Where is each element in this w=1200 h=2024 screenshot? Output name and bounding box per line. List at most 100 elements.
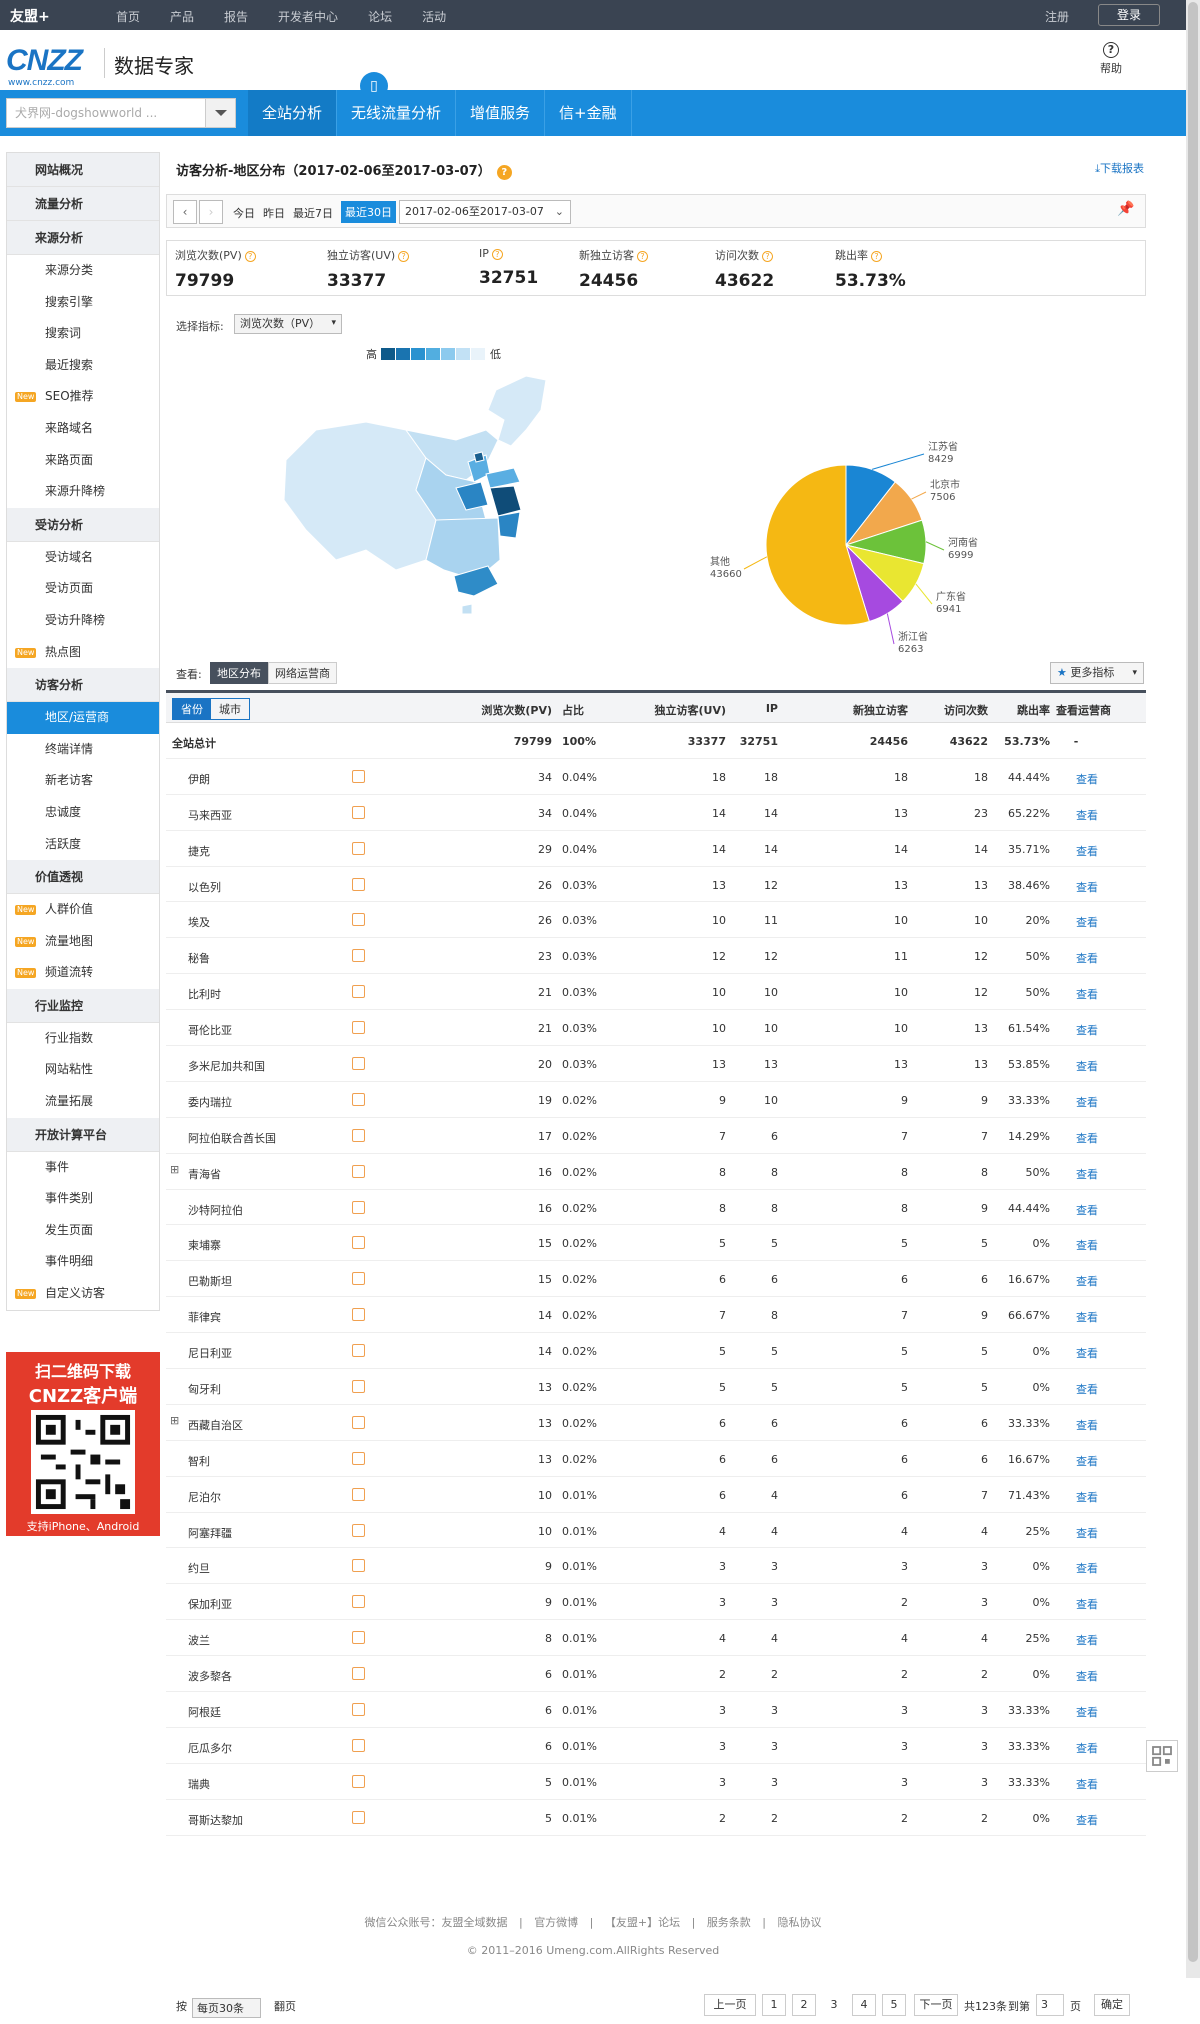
trend-icon[interactable] <box>352 805 365 819</box>
view-isp-link[interactable]: 查看 <box>1076 1309 1098 1325</box>
prev-page-button[interactable]: 上一页 <box>704 1994 756 2016</box>
footer-link[interactable]: 微信公众账号：友盟全域数据 <box>364 1916 507 1929</box>
main-tab[interactable]: 无线流量分析 <box>337 90 457 136</box>
map-region-northeast[interactable] <box>487 375 547 447</box>
column-header[interactable]: 访问次数 <box>914 702 988 718</box>
metric-select[interactable]: 浏览次数（PV） ▾ <box>234 314 342 334</box>
view-isp-link[interactable]: 查看 <box>1076 1094 1098 1110</box>
sidebar-item[interactable]: 事件明细 <box>7 1246 159 1278</box>
trend-icon[interactable] <box>352 1344 365 1358</box>
date-yesterday[interactable]: 昨日 <box>263 205 285 221</box>
map-region-zhejiang[interactable] <box>497 511 521 539</box>
sidebar-section[interactable]: 价值透视 <box>7 860 159 895</box>
trend-icon[interactable] <box>352 1057 365 1071</box>
sidebar-item[interactable]: New SEO推荐 <box>7 381 159 413</box>
page-scrollbar[interactable] <box>1186 0 1200 1978</box>
view-isp-link[interactable]: 查看 <box>1076 1704 1098 1720</box>
footer-link[interactable]: 服务条款 <box>707 1916 751 1929</box>
view-isp-link[interactable]: 查看 <box>1076 807 1098 823</box>
column-header[interactable]: 占比 <box>562 702 612 718</box>
view-isp-link[interactable]: 查看 <box>1076 1776 1098 1792</box>
main-tab[interactable]: 全站分析 <box>248 90 338 136</box>
column-header[interactable]: 跳出率 <box>986 702 1050 718</box>
sidebar-item[interactable]: 事件类别 <box>7 1183 159 1215</box>
page-button[interactable]: 2 <box>792 1994 816 2016</box>
question-icon[interactable]: ? <box>496 165 512 180</box>
sidebar-item[interactable]: New 热点图 <box>7 637 159 669</box>
sidebar-item[interactable]: 来源升降榜 <box>7 476 159 508</box>
date-today[interactable]: 今日 <box>233 205 255 221</box>
top-nav-item[interactable]: 报告 <box>224 8 248 25</box>
view-isp-link[interactable]: 查看 <box>1076 1668 1098 1684</box>
sidebar-item[interactable]: 受访升降榜 <box>7 605 159 637</box>
top-nav-item[interactable]: 首页 <box>116 8 140 25</box>
sidebar-item[interactable]: New 人群价值 <box>7 894 159 926</box>
sidebar-section[interactable]: 开放计算平台 <box>7 1117 159 1152</box>
main-tab[interactable]: 增值服务 <box>456 90 546 136</box>
trend-icon[interactable] <box>352 877 365 891</box>
sidebar-item[interactable]: 受访域名 <box>7 542 159 574</box>
page-button[interactable]: 5 <box>882 1994 906 2016</box>
view-isp-link[interactable]: 查看 <box>1076 1525 1098 1541</box>
trend-icon[interactable] <box>352 1667 365 1681</box>
more-metrics-button[interactable]: ★ 更多指标 ▾ <box>1050 662 1144 684</box>
expand-icon[interactable]: ⊞ <box>170 1414 179 1427</box>
trend-icon[interactable] <box>352 1308 365 1322</box>
umeng-logo[interactable]: 友盟+ <box>10 6 50 26</box>
goto-page-input[interactable]: 3 <box>1036 1994 1064 2016</box>
view-isp-link[interactable]: 查看 <box>1076 879 1098 895</box>
trend-icon[interactable] <box>352 1128 365 1142</box>
view-isp-link[interactable]: 查看 <box>1076 950 1098 966</box>
view-isp-link[interactable]: 查看 <box>1076 771 1098 787</box>
sidebar-item[interactable]: 流量拓展 <box>7 1086 159 1118</box>
sidebar-section[interactable]: 行业监控 <box>7 988 159 1023</box>
trend-icon[interactable] <box>352 1380 365 1394</box>
view-isp-link[interactable]: 查看 <box>1076 1273 1098 1289</box>
sidebar-item[interactable]: 行业指数 <box>7 1023 159 1055</box>
trend-icon[interactable] <box>352 985 365 999</box>
sidebar-section[interactable]: 来源分析 <box>7 221 159 255</box>
tab-region[interactable]: 地区分布 <box>210 662 268 684</box>
sidebar-item[interactable]: 搜索词 <box>7 318 159 350</box>
confirm-button[interactable]: 确定 <box>1094 1994 1130 2016</box>
map-region-west[interactable] <box>283 421 437 571</box>
login-button[interactable]: 登录 <box>1098 4 1160 26</box>
trend-icon[interactable] <box>352 1810 365 1824</box>
sidebar-item[interactable]: New 流量地图 <box>7 926 159 958</box>
top-nav-item[interactable]: 论坛 <box>368 8 392 25</box>
view-isp-link[interactable]: 查看 <box>1076 1130 1098 1146</box>
sidebar-section[interactable]: 受访分析 <box>7 507 159 542</box>
sidebar-item[interactable]: 活跃度 <box>7 829 159 861</box>
trend-icon[interactable] <box>352 1703 365 1717</box>
trend-icon[interactable] <box>352 1738 365 1752</box>
next-period-button[interactable]: › <box>199 200 223 224</box>
top-nav-item[interactable]: 产品 <box>170 8 194 25</box>
sidebar-item[interactable]: 新老访客 <box>7 765 159 797</box>
trend-icon[interactable] <box>352 1021 365 1035</box>
trend-icon[interactable] <box>352 949 365 963</box>
trend-icon[interactable] <box>352 769 365 783</box>
trend-icon[interactable] <box>352 913 365 927</box>
sidebar-item[interactable]: 最近搜索 <box>7 350 159 382</box>
view-isp-link[interactable]: 查看 <box>1076 1345 1098 1361</box>
map-region-shandong[interactable] <box>485 467 521 489</box>
footer-link[interactable]: 官方微博 <box>534 1916 578 1929</box>
sidebar-item[interactable]: 网站粘性 <box>7 1054 159 1086</box>
sidebar-section[interactable]: 网站概况 <box>7 153 159 187</box>
download-report-link[interactable]: ⤓下载报表 <box>1095 160 1144 176</box>
footer-link[interactable]: 隐私协议 <box>778 1916 822 1929</box>
view-isp-link[interactable]: 查看 <box>1076 1453 1098 1469</box>
pin-icon[interactable]: 📌 <box>1115 201 1137 223</box>
sidebar-item[interactable]: 来路页面 <box>7 445 159 477</box>
view-isp-link[interactable]: 查看 <box>1076 1381 1098 1397</box>
toggle-option[interactable]: 省份 <box>173 699 211 719</box>
view-isp-link[interactable]: 查看 <box>1076 1058 1098 1074</box>
prev-period-button[interactable]: ‹ <box>173 200 197 224</box>
view-isp-link[interactable]: 查看 <box>1076 1596 1098 1612</box>
scrollbar-thumb[interactable] <box>1188 2 1198 1962</box>
column-header[interactable]: IP <box>728 702 778 715</box>
map-region-hainan[interactable] <box>461 603 473 615</box>
trend-icon[interactable] <box>352 1451 365 1465</box>
question-icon[interactable]: ? <box>244 251 256 262</box>
trend-icon[interactable] <box>352 1523 365 1537</box>
